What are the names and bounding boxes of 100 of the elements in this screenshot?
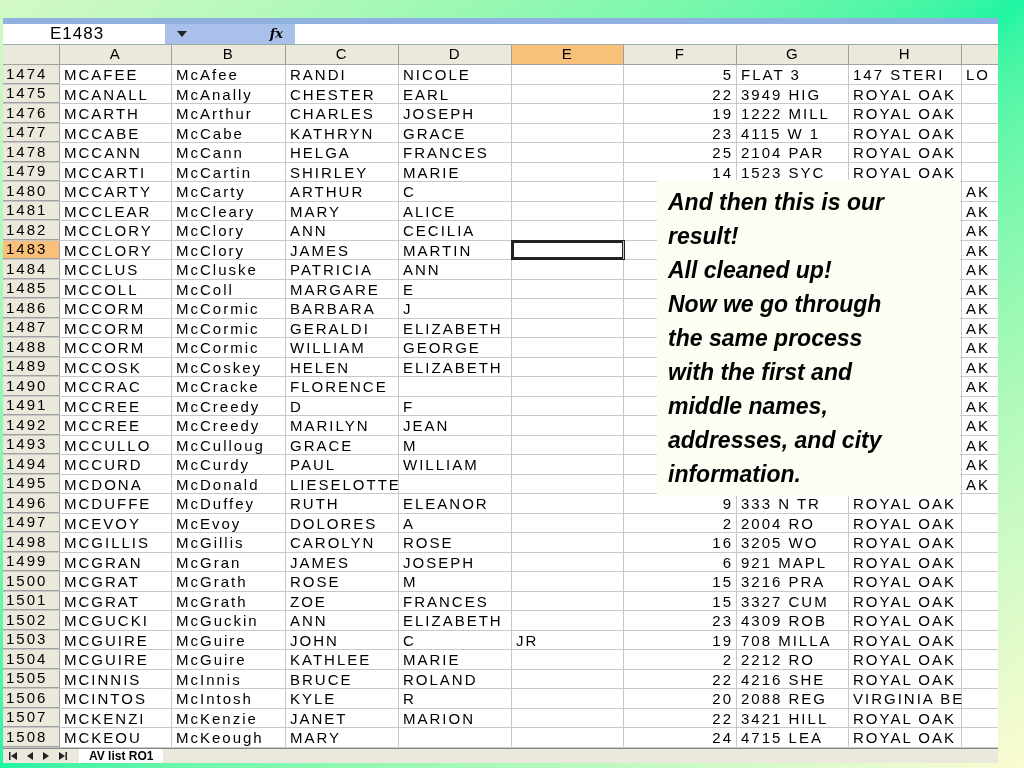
sheet-tab[interactable]: AV list RO1 [79, 748, 164, 763]
row-header[interactable]: 1498 [3, 533, 60, 552]
row-header[interactable]: 1506 [3, 689, 60, 708]
row-header[interactable]: 1482 [3, 221, 60, 240]
table-cell: AK [966, 240, 990, 259]
table-cell: ROYAL OAK [853, 552, 957, 572]
caret-icon[interactable] [177, 31, 187, 37]
table-cell: 25 [712, 143, 733, 162]
table-cell: MCKENZI [64, 708, 146, 727]
table-cell: McGrath [176, 591, 248, 610]
table-cell: 1523 SYC [741, 162, 826, 181]
table-cell: MCINNIS [64, 669, 142, 688]
table-cell: McCormic [176, 338, 260, 357]
column-header[interactable]: F [624, 45, 737, 65]
column-header[interactable]: H [849, 45, 962, 65]
row-header[interactable]: 1492 [3, 416, 60, 435]
table-cell: ROSE [403, 533, 454, 552]
table-cell: 15 [712, 591, 733, 610]
table-cell: VIRGINIA BE [853, 689, 965, 708]
table-cell: 2 [722, 513, 733, 532]
row-header[interactable]: 1496 [3, 494, 60, 513]
table-cell: MARION [403, 708, 475, 728]
table-cell: McCormic [176, 318, 260, 337]
first-sheet-icon[interactable] [9, 750, 19, 761]
table-cell: McCracke [176, 377, 260, 396]
table-cell: AK [966, 299, 990, 318]
table-cell: JOSEPH [403, 552, 475, 572]
row-header[interactable]: 1488 [3, 338, 60, 357]
table-cell: ELIZABETH [403, 357, 503, 377]
table-cell: ELIZABETH [403, 318, 503, 338]
row-header[interactable]: 1508 [3, 728, 60, 747]
table-cell: 22 [712, 84, 733, 103]
table-cell: McKenzie [176, 708, 258, 727]
column-header[interactable]: D [399, 45, 512, 65]
column-header[interactable]: E [512, 45, 624, 65]
row-header[interactable]: 1504 [3, 650, 60, 669]
table-cell: AK [966, 455, 990, 474]
column-header[interactable]: G [737, 45, 849, 65]
table-cell: MARILYN [290, 416, 370, 435]
table-cell: MARY [290, 201, 342, 220]
column-header[interactable]: C [286, 45, 399, 65]
row-header[interactable]: 1490 [3, 377, 60, 396]
table-cell: AK [966, 396, 990, 415]
active-cell[interactable] [512, 240, 624, 259]
table-cell: JAMES [290, 552, 350, 571]
row-header[interactable]: 1484 [3, 260, 60, 279]
row-header[interactable]: 1476 [3, 104, 60, 123]
table-cell: McClory [176, 240, 245, 259]
table-cell: AK [966, 338, 990, 357]
table-cell: McDuffey [176, 494, 256, 513]
table-cell: GERALDI [290, 318, 370, 337]
table-cell: ANN [290, 221, 328, 240]
table-cell: M [403, 435, 418, 455]
table-cell: BRUCE [290, 669, 353, 688]
table-cell: McColl [176, 279, 234, 298]
table-cell: ARTHUR [290, 182, 365, 201]
table-cell: ROSE [290, 572, 341, 591]
last-sheet-icon[interactable] [57, 750, 67, 761]
previous-sheet-icon[interactable] [25, 750, 35, 761]
table-cell: HELGA [290, 143, 351, 162]
table-cell: KATHRYN [290, 123, 375, 142]
table-cell: JANET [290, 708, 348, 727]
row-header[interactable]: 1502 [3, 611, 60, 630]
table-cell: 4115 W 1 [741, 123, 821, 142]
table-cell: RANDI [290, 65, 347, 84]
table-cell: 3216 PRA [741, 572, 826, 591]
function-label[interactable]: fx [269, 24, 283, 44]
column-header[interactable]: A [60, 45, 172, 65]
table-cell: ROYAL OAK [853, 611, 957, 630]
table-cell: 2004 RO [741, 513, 816, 532]
table-cell: JOHN [290, 630, 339, 649]
table-cell: MARGARE [290, 279, 380, 298]
table-cell: 6 [722, 552, 733, 571]
table-cell: McKeough [176, 728, 264, 747]
table-cell: McCreedy [176, 396, 261, 415]
table-cell: MCDONA [64, 474, 143, 493]
table-cell: HELEN [290, 357, 351, 376]
table-cell: McCabe [176, 123, 244, 142]
row-header[interactable]: 1500 [3, 572, 60, 591]
table-cell: 4309 ROB [741, 611, 828, 630]
table-cell: ROYAL OAK [853, 123, 957, 143]
row-header[interactable]: 1486 [3, 299, 60, 318]
table-cell: F [403, 396, 415, 416]
next-sheet-icon[interactable] [41, 750, 51, 761]
table-cell: 1222 MILL [741, 104, 830, 123]
table-cell: MCDUFFE [64, 494, 152, 513]
row-header[interactable]: 1474 [3, 65, 60, 84]
table-cell: McGran [176, 552, 242, 571]
name-box[interactable]: E1483 [3, 24, 165, 44]
row-header[interactable]: 1478 [3, 143, 60, 162]
column-header[interactable]: B [172, 45, 286, 65]
table-cell: 3205 WO [741, 533, 819, 552]
row-header[interactable]: 1494 [3, 455, 60, 474]
table-cell: MCGUCKI [64, 611, 149, 630]
table-cell: MCCARTY [64, 182, 152, 201]
table-cell: ROLAND [403, 669, 478, 689]
row-header[interactable]: 1480 [3, 182, 60, 201]
table-cell: 14 [712, 162, 733, 181]
table-cell: 708 MILLA [741, 630, 832, 649]
table-cell: McCulloug [176, 435, 265, 454]
